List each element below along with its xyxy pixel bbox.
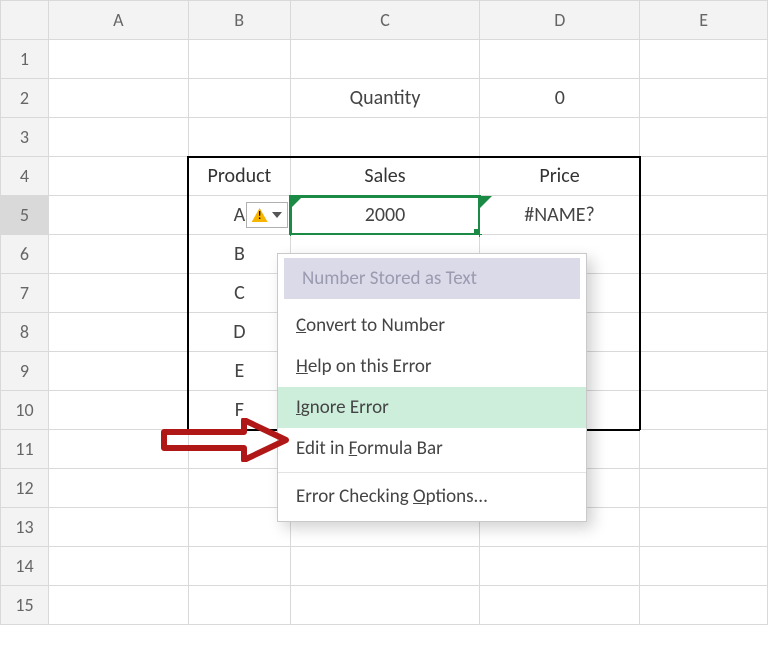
cell[interactable] <box>640 274 768 313</box>
cell[interactable] <box>640 196 768 235</box>
row-header-3[interactable]: 3 <box>1 118 49 157</box>
cell[interactable] <box>48 196 188 235</box>
cell-d4[interactable]: Price <box>480 157 640 196</box>
cell[interactable] <box>640 547 768 586</box>
row-header-8[interactable]: 8 <box>1 313 49 352</box>
col-header-e[interactable]: E <box>640 1 768 40</box>
cell[interactable] <box>48 235 188 274</box>
cell[interactable] <box>188 40 290 79</box>
row-header-15[interactable]: 15 <box>1 586 49 625</box>
cell[interactable] <box>640 79 768 118</box>
col-header-b[interactable]: B <box>188 1 290 40</box>
cell[interactable] <box>640 40 768 79</box>
cell[interactable] <box>48 79 188 118</box>
cell[interactable] <box>48 586 188 625</box>
row-header-11[interactable]: 11 <box>1 430 49 469</box>
cell-b7[interactable]: C <box>188 274 290 313</box>
cell-d5[interactable]: #NAME? <box>480 196 640 235</box>
cell-b5-value: A <box>234 203 246 227</box>
cell[interactable] <box>640 118 768 157</box>
menu-convert-to-number[interactable]: Convert to Number <box>278 305 586 346</box>
cell[interactable] <box>48 391 188 430</box>
row-header-7[interactable]: 7 <box>1 274 49 313</box>
row-header-4[interactable]: 4 <box>1 157 49 196</box>
cell[interactable] <box>640 469 768 508</box>
menu-help-on-error[interactable]: Help on this Error <box>278 346 586 387</box>
cell[interactable] <box>188 79 290 118</box>
cell[interactable] <box>188 118 290 157</box>
cell[interactable] <box>188 469 290 508</box>
menu-title: Number Stored as Text <box>284 258 580 299</box>
cell-b8[interactable]: D <box>188 313 290 352</box>
row-header-6[interactable]: 6 <box>1 235 49 274</box>
row-header-14[interactable]: 14 <box>1 547 49 586</box>
cell-d2[interactable]: 0 <box>480 79 640 118</box>
cell[interactable] <box>48 313 188 352</box>
cell[interactable] <box>188 430 290 469</box>
menu-ignore-error[interactable]: Ignore Error <box>278 387 586 428</box>
cell[interactable] <box>640 430 768 469</box>
cell-b5[interactable]: A ! <box>188 196 290 235</box>
cell[interactable] <box>480 586 640 625</box>
cell[interactable] <box>290 547 480 586</box>
cell[interactable] <box>188 586 290 625</box>
cell[interactable] <box>48 430 188 469</box>
cell[interactable] <box>290 586 480 625</box>
error-context-menu: Number Stored as Text Convert to Number … <box>277 253 587 522</box>
cell[interactable] <box>48 118 188 157</box>
cell[interactable] <box>480 40 640 79</box>
row-header-2[interactable]: 2 <box>1 79 49 118</box>
cell[interactable] <box>48 352 188 391</box>
cell[interactable] <box>48 40 188 79</box>
error-smart-tag[interactable]: ! <box>246 202 288 228</box>
row-header-10[interactable]: 10 <box>1 391 49 430</box>
cell-c5-selected[interactable]: 2000 <box>290 196 480 235</box>
dropdown-arrow-icon <box>272 212 282 218</box>
select-all-corner[interactable] <box>1 1 49 40</box>
cell[interactable] <box>640 157 768 196</box>
cell[interactable] <box>640 313 768 352</box>
cell[interactable] <box>290 40 480 79</box>
cell[interactable] <box>48 469 188 508</box>
col-header-c[interactable]: C <box>290 1 480 40</box>
cell[interactable] <box>480 547 640 586</box>
cell[interactable] <box>640 586 768 625</box>
cell[interactable] <box>48 274 188 313</box>
menu-edit-in-formula-bar[interactable]: Edit in Formula Bar <box>278 428 586 469</box>
cell[interactable] <box>640 508 768 547</box>
warning-icon: ! <box>252 208 268 222</box>
cell-b9[interactable]: E <box>188 352 290 391</box>
cell[interactable] <box>48 508 188 547</box>
row-header-12[interactable]: 12 <box>1 469 49 508</box>
row-header-1[interactable]: 1 <box>1 40 49 79</box>
cell[interactable] <box>640 391 768 430</box>
row-header-9[interactable]: 9 <box>1 352 49 391</box>
menu-error-checking-options[interactable]: Error Checking Options... <box>278 476 586 517</box>
menu-separator <box>278 472 586 473</box>
cell[interactable] <box>480 118 640 157</box>
cell-b4[interactable]: Product <box>188 157 290 196</box>
cell[interactable] <box>290 118 480 157</box>
cell[interactable] <box>48 547 188 586</box>
cell[interactable] <box>188 508 290 547</box>
cell[interactable] <box>640 352 768 391</box>
cell-c4[interactable]: Sales <box>290 157 480 196</box>
row-header-5[interactable]: 5 <box>1 196 49 235</box>
cell-c2[interactable]: Quantity <box>290 79 480 118</box>
cell[interactable] <box>640 235 768 274</box>
cell-b10[interactable]: F <box>188 391 290 430</box>
cell-b6[interactable]: B <box>188 235 290 274</box>
col-header-d[interactable]: D <box>480 1 640 40</box>
cell[interactable] <box>48 157 188 196</box>
cell[interactable] <box>188 547 290 586</box>
row-header-13[interactable]: 13 <box>1 508 49 547</box>
col-header-a[interactable]: A <box>48 1 188 40</box>
